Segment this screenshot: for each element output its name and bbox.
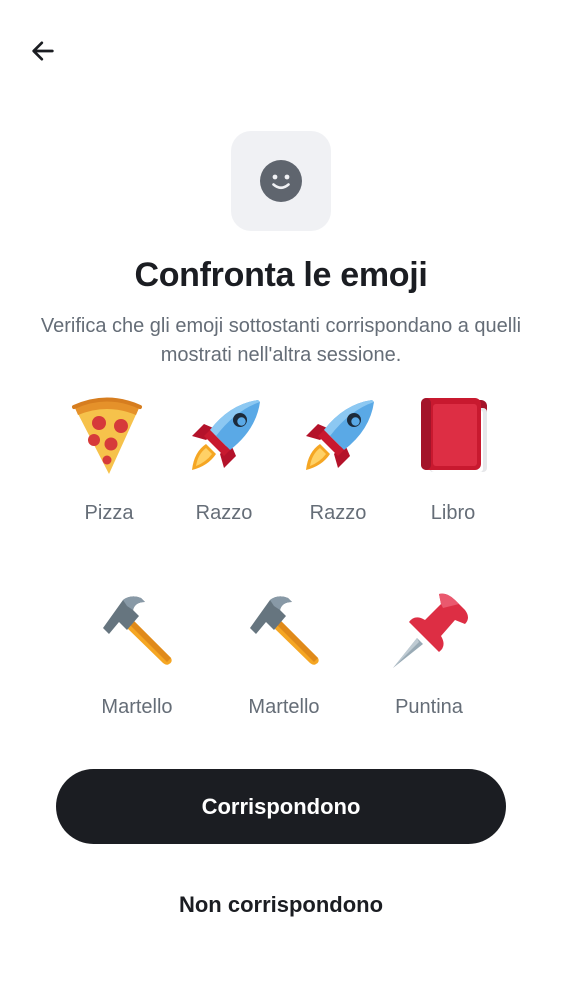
reject-match-button[interactable]: Non corrispondono — [56, 872, 506, 938]
back-button[interactable] — [22, 30, 64, 72]
emoji-item-hammer: Martello — [72, 592, 202, 718]
confirm-match-button[interactable]: Corrispondono — [56, 769, 506, 844]
rocket-icon — [192, 400, 260, 470]
emoji-item-rocket: Razzo — [273, 396, 403, 524]
rocket-icon — [306, 400, 374, 470]
emoji-label: Libro — [430, 502, 476, 524]
hammer-icon — [103, 596, 172, 665]
emoji-item-pushpin: Puntina — [364, 592, 494, 718]
page-description: Verifica che gli emoji sottostanti corri… — [40, 315, 522, 366]
emoji-item-pizza: Pizza — [44, 396, 174, 524]
smiley-face-icon — [260, 160, 302, 202]
arrow-left-icon — [32, 41, 54, 61]
emoji-label: Razzo — [195, 502, 253, 524]
pushpin-icon — [393, 593, 468, 668]
hammer-icon — [250, 596, 319, 665]
book-icon — [421, 398, 487, 472]
emoji-label: Martello — [248, 696, 320, 718]
page-title: Confronta le emoji — [134, 256, 428, 294]
emoji-label: Pizza — [84, 502, 134, 524]
emoji-item-rocket: Razzo — [159, 396, 289, 524]
emoji-item-book: Libro — [388, 396, 518, 524]
emoji-item-hammer: Martello — [219, 592, 349, 718]
emoji-label: Martello — [101, 696, 173, 718]
emoji-label: Puntina — [395, 696, 463, 718]
header-icon-container — [231, 131, 331, 231]
pizza-icon — [72, 397, 142, 474]
emoji-label: Razzo — [309, 502, 367, 524]
